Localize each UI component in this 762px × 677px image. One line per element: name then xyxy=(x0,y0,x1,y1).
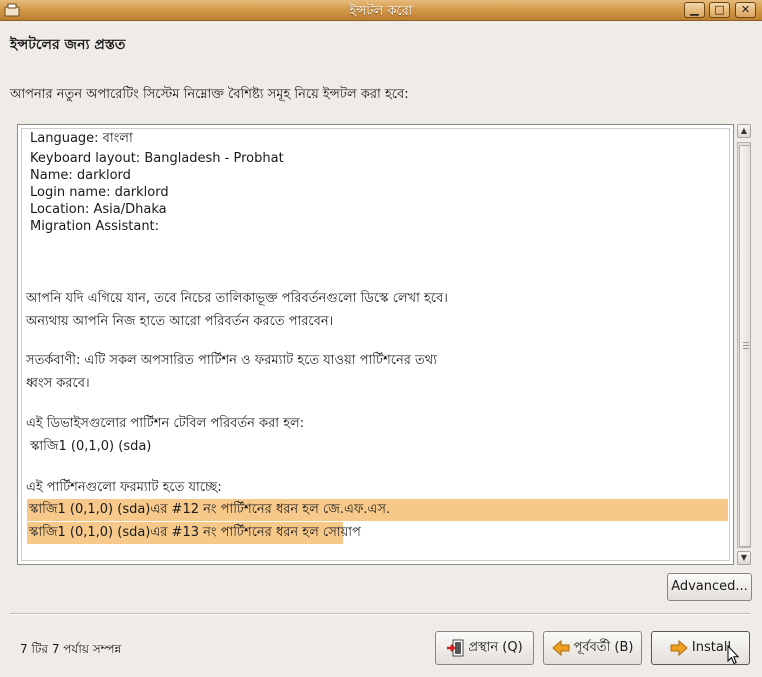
format-heading: এই পার্টিশনগুলো ফরম্যাট হতে যাচ্ছে: xyxy=(26,480,222,495)
summary-box[interactable]: Language: বাংলা Keyboard layout: Banglad… xyxy=(17,124,734,565)
grip-line xyxy=(743,345,749,346)
advanced-button-label: Advanced... xyxy=(671,579,748,594)
login-line: Login name: darklord xyxy=(30,185,169,200)
scroll-thumb[interactable] xyxy=(739,145,751,547)
minimize-button[interactable]: ▁ xyxy=(684,2,705,18)
table-heading: এই ডিভাইসগুলোর পার্টিশন টেবিল পরিবর্তন ক… xyxy=(26,416,305,431)
window-title: ইন্সটল করো xyxy=(349,4,413,19)
close-button[interactable]: ✕ xyxy=(735,2,756,18)
page-heading: ইন্সটলের জন্য প্রস্তত xyxy=(10,37,126,53)
advanced-button[interactable]: Advanced... xyxy=(667,573,752,601)
install-button-label: Install xyxy=(691,640,732,655)
chevron-down-icon: ▼ xyxy=(740,553,748,562)
warning-line-2: ধ্বংস করবে। xyxy=(26,376,90,391)
warning-line-1: সতর্কবাণী: এটি সকল অপসারিত পার্টিশন ও ফর… xyxy=(26,353,437,368)
quit-button[interactable]: প্রস্থান (Q) xyxy=(435,631,534,665)
maximize-button[interactable]: □ xyxy=(709,2,730,18)
name-line: Name: darklord xyxy=(30,168,131,183)
chevron-up-icon: ▲ xyxy=(740,126,748,135)
step-status: 7 টির 7 পর্যায় সম্পন্ন xyxy=(20,642,122,656)
scroll-down-button[interactable]: ▼ xyxy=(737,551,751,565)
grip-line xyxy=(743,342,749,343)
scroll-trough[interactable] xyxy=(737,142,751,548)
write-note-line-1: আপনি যদি এগিয়ে যান, তবে নিচের তালিকাভূক… xyxy=(26,291,448,306)
scroll-up-button[interactable]: ▲ xyxy=(737,124,751,138)
migration-line: Migration Assistant: xyxy=(30,219,160,234)
arrow-right-icon xyxy=(670,639,688,656)
arrow-left-icon xyxy=(551,639,570,656)
minimize-icon: ▁ xyxy=(690,3,699,16)
vertical-scrollbar[interactable]: ▲ ▼ xyxy=(736,124,752,565)
separator xyxy=(10,613,750,615)
keyboard-line: Keyboard layout: Bangladesh - Probhat xyxy=(30,151,284,166)
exit-icon xyxy=(447,639,464,656)
mouse-cursor-icon xyxy=(727,645,739,665)
maximize-icon: □ xyxy=(714,3,725,16)
table-device: স্কাজি1 (0,1,0) (sda) xyxy=(30,439,152,454)
format-line-1: স্কাজি1 (0,1,0) (sda)এর #12 নং পার্টিশনে… xyxy=(29,502,391,517)
intro-text: আপনার নতুন অপারেটিং সিস্টেম নিম্নোক্ত বৈ… xyxy=(10,87,409,102)
title-bar: ইন্সটল করো ▁ □ ✕ xyxy=(0,0,762,21)
close-icon: ✕ xyxy=(740,3,751,16)
language-line: Language: বাংলা xyxy=(30,131,133,146)
grip-line xyxy=(743,348,749,349)
format-line-2: স্কাজি1 (0,1,0) (sda)এর #13 নং পার্টিশনে… xyxy=(29,525,361,540)
quit-button-label: প্রস্থান (Q) xyxy=(468,640,523,655)
summary-content: Language: বাংলা Keyboard layout: Banglad… xyxy=(21,128,730,561)
location-line: Location: Asia/Dhaka xyxy=(30,202,167,217)
back-button-label: পূর্ববর্তী (B) xyxy=(573,640,634,655)
write-note-line-2: অন্যথায় আপনি নিজ হাতে আরো পরিবর্তন করতে… xyxy=(26,314,334,329)
back-button[interactable]: পূর্ববর্তী (B) xyxy=(543,631,642,665)
